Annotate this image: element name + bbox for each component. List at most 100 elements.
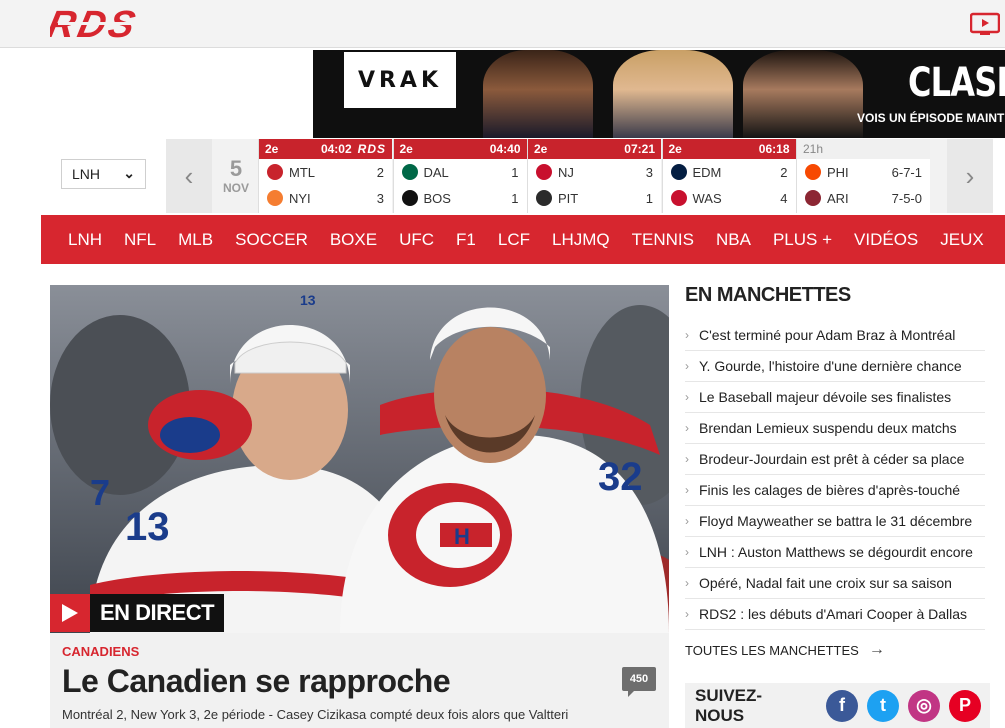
category-label[interactable]: CANADIENS	[62, 644, 139, 659]
tv-icon[interactable]	[970, 12, 1000, 36]
game-card[interactable]: 21h PHI 6-7-1 ARI 7-5-0	[796, 139, 930, 213]
game-clock: 07:21	[624, 142, 655, 156]
nav-item[interactable]: SOCCER	[235, 230, 308, 250]
team-abbr: BOS	[423, 190, 451, 206]
team-abbr: EDM	[692, 164, 722, 180]
chevron-right-icon: ›	[685, 421, 689, 435]
game-period: 2e	[265, 142, 279, 156]
headline-text: Brendan Lemieux suspendu deux matchs	[699, 420, 957, 436]
twitter-icon[interactable]: t	[867, 689, 899, 722]
nav-item[interactable]: BOXE	[330, 230, 377, 250]
nav-item[interactable]: PLUS +	[773, 230, 832, 250]
nav-item[interactable]: LHJMQ	[552, 230, 610, 250]
team-abbr: PHI	[827, 164, 849, 180]
helmet-number: 13	[300, 292, 316, 308]
game-status: 2e 04:02 RDS	[259, 139, 392, 159]
nav-item[interactable]: TENNIS	[632, 230, 694, 250]
ad-subtitle: VOIS UN ÉPISODE MAINTENANT	[857, 111, 1005, 125]
nav-item[interactable]: UFC	[399, 230, 434, 250]
chevron-right-icon: ›	[685, 514, 689, 528]
game-period: 2e	[668, 142, 682, 156]
headline-text: Brodeur-Jourdain est prêt à céder sa pla…	[699, 451, 965, 467]
game-card[interactable]: 2e 04:02 RDS MTL 2 NYI 3	[258, 139, 392, 213]
team-logo-icon	[401, 190, 418, 206]
headline-item[interactable]: › Opéré, Nadal fait une croix sur sa sais…	[685, 568, 985, 599]
svg-text:H: H	[454, 524, 470, 549]
headline-item[interactable]: › Y. Gourde, l'histoire d'une dernière ch…	[685, 351, 985, 382]
headline-item[interactable]: › RDS2 : les débuts d'Amari Cooper à Dall…	[685, 599, 985, 630]
team-row: EDM 2	[663, 159, 796, 185]
headline-item[interactable]: › Brendan Lemieux suspendu deux matchs	[685, 413, 985, 444]
nav-item[interactable]: JEUX	[940, 230, 983, 250]
rds-logo[interactable]: RDS	[50, 6, 190, 42]
game-status: 2e 07:21	[528, 139, 661, 159]
live-badge[interactable]: EN DIRECT	[50, 594, 225, 632]
team-row: BOS 1	[394, 185, 527, 211]
arrow-right-icon: →	[868, 641, 885, 658]
headlines-list: › C'est terminé pour Adam Braz à Montréal…	[685, 320, 985, 630]
team-abbr: NYI	[289, 190, 311, 206]
game-card[interactable]: 2e 04:40 DAL 1 BOS 1	[392, 139, 527, 213]
hero-headline[interactable]: Le Canadien se rapproche	[62, 663, 451, 700]
headline-item[interactable]: › C'est terminé pour Adam Braz à Montréal	[685, 320, 985, 351]
chevron-left-icon: ‹	[184, 160, 194, 191]
headline-item[interactable]: › LNH : Auston Matthews se dégourdit enco…	[685, 537, 985, 568]
team-score: 6-7-1	[891, 164, 922, 180]
game-status: 21h	[797, 139, 930, 159]
game-period: 2e	[399, 142, 413, 156]
team-score: 1	[645, 190, 653, 206]
all-headlines-label: TOUTES LES MANCHETTES	[685, 642, 859, 658]
game-card[interactable]: 2e 07:21 NJ 3 PIT 1	[527, 139, 661, 213]
headline-item[interactable]: › Le Baseball majeur dévoile ses finalist…	[685, 382, 985, 413]
game-period: 21h	[803, 142, 824, 156]
nav-item[interactable]: NFL	[124, 230, 156, 250]
chevron-right-icon: ›	[685, 359, 689, 373]
headline-text: LNH : Auston Matthews se dégourdit encor…	[699, 544, 973, 560]
nav-item[interactable]: NBA	[716, 230, 751, 250]
team-score: 1	[511, 190, 519, 206]
game-status: 2e 04:40	[393, 139, 527, 159]
headline-text: Opéré, Nadal fait une croix sur sa saiso…	[699, 575, 952, 591]
team-abbr: DAL	[423, 164, 449, 180]
all-headlines-link[interactable]: TOUTES LES MANCHETTES →	[685, 641, 885, 659]
ad-banner[interactable]: VRAK CLASH VOIS UN ÉPISODE MAINTENANT	[313, 50, 1005, 138]
game-card[interactable]: 2e 06:18 EDM 2 WAS 4	[661, 139, 796, 213]
nav-item[interactable]: VIDÉOS	[854, 230, 918, 250]
game-status: 2e 06:18	[662, 139, 796, 159]
team-score: 2	[780, 164, 788, 180]
headline-item[interactable]: › Brodeur-Jourdain est prêt à céder sa pl…	[685, 444, 985, 475]
nav-item[interactable]: LCF	[498, 230, 530, 250]
headline-text: Y. Gourde, l'histoire d'une dernière cha…	[699, 358, 962, 374]
instagram-icon[interactable]: ◎	[908, 689, 940, 722]
follow-us-label: SUIVEZ-NOUS	[695, 685, 763, 725]
chevron-right-icon: ›	[685, 390, 689, 404]
comment-count-badge[interactable]: 450	[622, 667, 656, 697]
headline-text: Finis les calages de bières d'après-touc…	[699, 482, 961, 498]
vrak-logo-text: VRAK	[357, 67, 443, 93]
team-logo-icon	[536, 164, 552, 180]
ad-person-3	[743, 50, 863, 138]
headlines-title: EN MANCHETTES	[685, 284, 851, 306]
hero-image[interactable]: H 13 13 32 7	[50, 285, 669, 633]
ad-title: CLASH	[908, 60, 1005, 106]
scoreboard-date: 5 NOV	[214, 139, 258, 213]
nav-item[interactable]: MLB	[178, 230, 213, 250]
headline-item[interactable]: › Floyd Mayweather se battra le 31 décemb…	[685, 506, 985, 537]
team-logo-icon	[267, 164, 283, 180]
ad-person-1	[483, 50, 593, 138]
nav-item[interactable]: LNH	[68, 230, 102, 250]
scores-prev-button[interactable]: ‹	[166, 139, 212, 213]
nav-item[interactable]: F1	[456, 230, 476, 250]
chevron-right-icon: ›	[965, 160, 975, 191]
headline-item[interactable]: › Finis les calages de bières d'après-tou…	[685, 475, 985, 506]
pinterest-icon[interactable]: P	[949, 689, 981, 722]
hero-caption: CANADIENS Le Canadien se rapproche 450 M…	[50, 633, 669, 728]
team-abbr: PIT	[558, 190, 579, 206]
facebook-icon[interactable]: f	[826, 689, 858, 722]
game-clock: 06:18	[758, 142, 790, 156]
league-select[interactable]: LNH ⌄	[61, 159, 146, 189]
scores-next-button[interactable]: ›	[947, 139, 993, 213]
page: RDS VRAK CLASH VOIS UN ÉPISODE MAINTENAN…	[0, 0, 1005, 728]
team-abbr: MTL	[289, 164, 315, 180]
team-logo-icon	[536, 190, 552, 206]
